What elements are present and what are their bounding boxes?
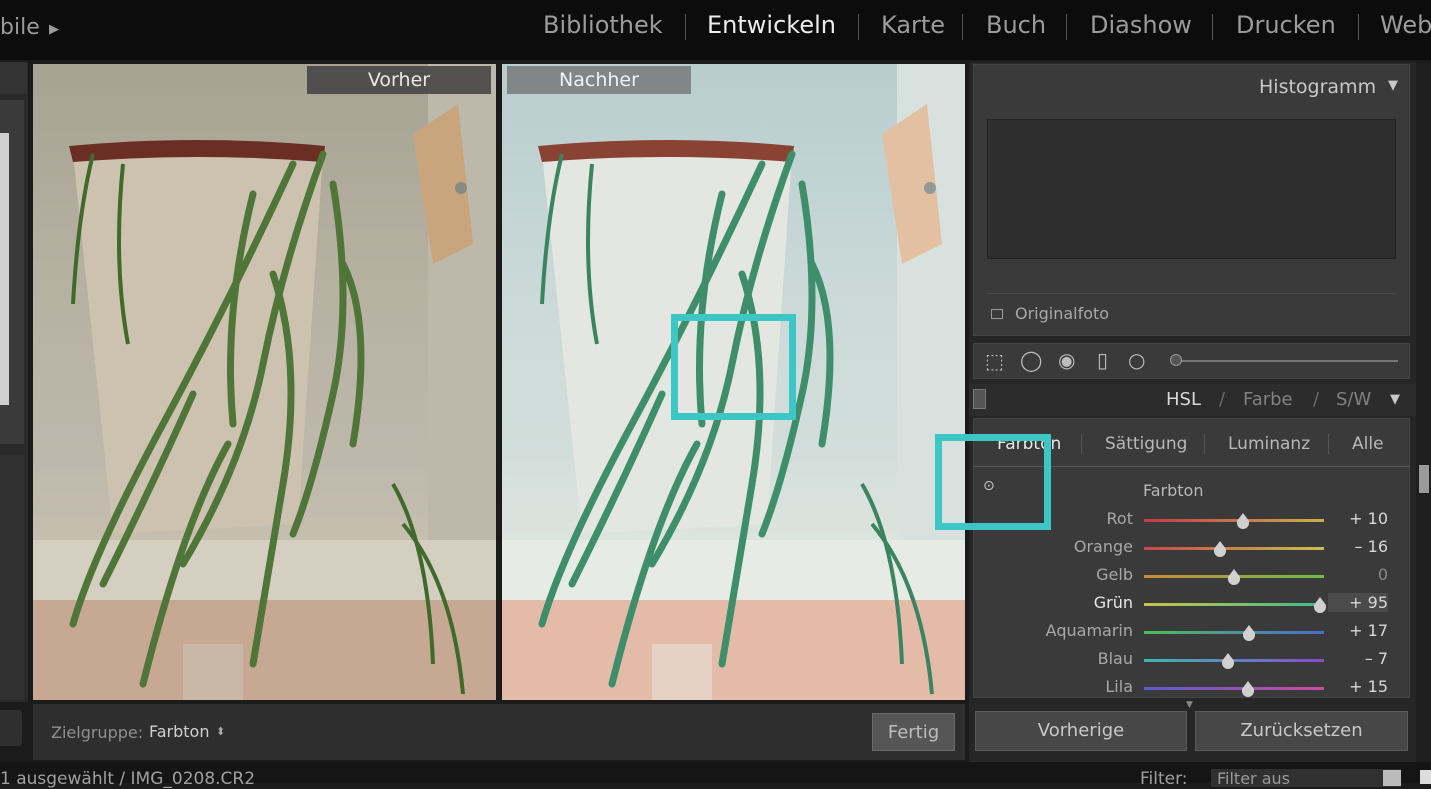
original-photo-label: Originalfoto — [1015, 304, 1110, 323]
collapse-triangle-icon[interactable]: ▼ — [1390, 392, 1400, 407]
collapse-triangle-icon[interactable]: ▼ — [1388, 78, 1398, 93]
scrollbar-thumb[interactable] — [1419, 465, 1429, 493]
slider-value[interactable]: 0 — [1328, 565, 1388, 584]
slider-value[interactable]: – 7 — [1328, 649, 1388, 668]
mode-hsl[interactable]: HSL — [1166, 389, 1201, 410]
slider-label: Orange — [1073, 537, 1133, 556]
panel-toggle-switch[interactable] — [973, 389, 986, 409]
tab-luminanz[interactable]: Luminanz — [1228, 434, 1310, 454]
slider-track[interactable] — [1144, 659, 1324, 662]
red-eye-icon[interactable]: ◉ — [1058, 350, 1075, 370]
slider-value[interactable]: + 15 — [1328, 677, 1388, 696]
mode-sw[interactable]: S/W — [1336, 389, 1371, 410]
slider-track[interactable] — [1144, 603, 1324, 606]
panel-scrollbar[interactable] — [1416, 62, 1431, 762]
slider-track[interactable] — [1144, 519, 1324, 522]
slider-label: Aquamarin — [1045, 621, 1133, 640]
done-button[interactable]: Fertig — [872, 713, 955, 751]
graduated-filter-icon[interactable]: ▯ — [1097, 350, 1108, 370]
slider-value[interactable]: – 16 — [1328, 537, 1388, 556]
highlight-box-photo — [671, 314, 796, 420]
target-group-label: Zielgruppe: — [51, 723, 144, 742]
filmstrip-info[interactable]: 1 ausgewählt / IMG_0208.CR2 — [0, 769, 255, 789]
mobile-fragment[interactable]: bile — [0, 15, 40, 40]
brush-slider-knob[interactable] — [1170, 354, 1182, 366]
photo-before[interactable] — [33, 64, 496, 700]
triangle-right-icon[interactable]: ▶ — [49, 22, 59, 37]
slider-label: Gelb — [1096, 565, 1133, 584]
left-panel-header[interactable] — [0, 62, 27, 94]
module-web[interactable]: Web — [1380, 11, 1431, 39]
filter-toggle-button[interactable] — [1383, 770, 1401, 786]
target-group-value[interactable]: Farbton — [149, 722, 209, 741]
slider-value[interactable]: + 95 — [1328, 593, 1388, 612]
left-panel-button[interactable] — [0, 710, 22, 746]
radial-filter-icon[interactable]: ○ — [1128, 350, 1145, 370]
filter-select[interactable]: Filter aus — [1211, 769, 1401, 788]
tab-saettigung[interactable]: Sättigung — [1105, 434, 1187, 454]
slider-track[interactable] — [1144, 687, 1324, 690]
slider-track[interactable] — [1144, 631, 1324, 634]
previous-button[interactable]: Vorherige — [975, 711, 1187, 751]
module-diashow[interactable]: Diashow — [1090, 11, 1192, 39]
slider-value[interactable]: + 17 — [1328, 621, 1388, 640]
slider-value[interactable]: + 10 — [1328, 509, 1388, 528]
filter-label: Filter: — [1140, 769, 1188, 789]
module-karte[interactable]: Karte — [881, 11, 945, 39]
plant-before-illustration — [33, 64, 496, 700]
tab-separator — [1081, 434, 1082, 454]
left-panel-list — [0, 455, 24, 700]
module-separator — [685, 14, 686, 40]
after-label: Nachher — [507, 66, 691, 94]
filmstrip-switch[interactable] — [1420, 770, 1431, 784]
crop-overlay-icon[interactable]: ⬚ — [985, 351, 1004, 371]
module-separator — [1358, 14, 1359, 40]
before-label: Vorher — [307, 66, 491, 94]
module-buch[interactable]: Buch — [986, 11, 1046, 39]
module-separator — [962, 14, 963, 40]
mode-farbe[interactable]: Farbe — [1243, 389, 1293, 410]
histogram-divider — [987, 293, 1396, 294]
slider-label: Grün — [1093, 593, 1133, 612]
tab-separator — [1328, 434, 1329, 454]
slider-label: Blau — [1097, 649, 1133, 668]
module-drucken[interactable]: Drucken — [1236, 11, 1336, 39]
updown-arrows-icon[interactable]: ⬍ — [216, 725, 225, 738]
highlight-box-target-tool — [935, 434, 1051, 530]
spot-removal-icon[interactable]: ◯ — [1020, 350, 1042, 370]
reset-button[interactable]: Zurücksetzen — [1195, 711, 1408, 751]
module-separator — [1066, 14, 1067, 40]
brush-slider-track[interactable] — [1173, 360, 1398, 362]
scroll-down-triangle-icon[interactable]: ▼ — [1186, 700, 1193, 710]
mode-separator: / — [1313, 389, 1320, 410]
module-bibliothek[interactable]: Bibliothek — [543, 11, 663, 39]
module-entwickeln[interactable]: Entwickeln — [707, 11, 836, 39]
slider-label: Lila — [1105, 677, 1133, 696]
mode-separator: / — [1219, 389, 1226, 410]
slider-track[interactable] — [1144, 547, 1324, 550]
tab-alle[interactable]: Alle — [1352, 434, 1384, 454]
tab-separator — [1204, 434, 1205, 454]
histogram-title[interactable]: Histogramm — [1259, 76, 1376, 98]
module-separator — [1212, 14, 1213, 40]
histogram-graph[interactable] — [987, 119, 1396, 259]
original-photo-checkbox[interactable] — [991, 309, 1003, 319]
section-title: Farbton — [1143, 481, 1204, 500]
navigator-thumbnail[interactable] — [0, 133, 9, 405]
module-separator — [858, 14, 859, 40]
